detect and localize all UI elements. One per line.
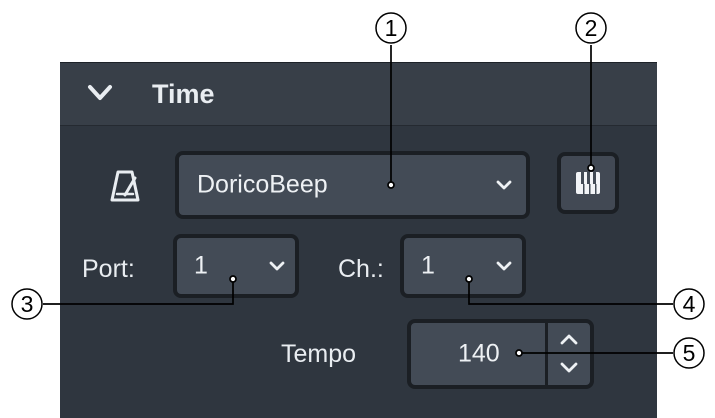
playback-device-dropdown[interactable]: DoricoBeep: [175, 151, 530, 219]
tempo-value: 140: [458, 339, 500, 368]
chevron-down-icon[interactable]: [496, 179, 512, 191]
callout-4: 4: [682, 291, 696, 317]
port-dropdown[interactable]: 1: [173, 234, 299, 298]
chevron-up-icon[interactable]: [555, 326, 583, 353]
chevron-down-icon[interactable]: [496, 260, 512, 272]
channel-label: Ch.:: [338, 255, 384, 283]
chevron-down-icon[interactable]: [555, 355, 583, 382]
port-value: 1: [194, 251, 208, 280]
channel-value: 1: [421, 251, 435, 280]
metronome-icon: [110, 170, 140, 202]
panel-title: Time: [152, 79, 215, 109]
playback-device-value: DoricoBeep: [197, 170, 328, 199]
piano-keyboard-icon: [576, 172, 600, 194]
chevron-down-icon[interactable]: [269, 260, 285, 272]
time-panel: Time DoricoBeep Port: 1 Ch.: 1 Tempo 140: [60, 62, 657, 418]
chevron-down-icon[interactable]: [86, 81, 114, 105]
tempo-stepper[interactable]: 140: [407, 319, 594, 389]
port-label: Port:: [82, 255, 135, 283]
tempo-stepper-divider: [545, 323, 548, 385]
callout-2: 2: [584, 15, 598, 41]
callout-3: 3: [20, 291, 34, 317]
time-panel-header[interactable]: Time: [60, 63, 657, 126]
tempo-label: Tempo: [281, 340, 357, 368]
channel-dropdown[interactable]: 1: [400, 234, 526, 298]
callout-5: 5: [682, 340, 696, 366]
time-panel-screenshot: Time DoricoBeep Port: 1 Ch.: 1 Tempo 140…: [0, 0, 715, 418]
piano-keyboard-button[interactable]: [557, 152, 619, 214]
callout-1: 1: [384, 15, 398, 41]
